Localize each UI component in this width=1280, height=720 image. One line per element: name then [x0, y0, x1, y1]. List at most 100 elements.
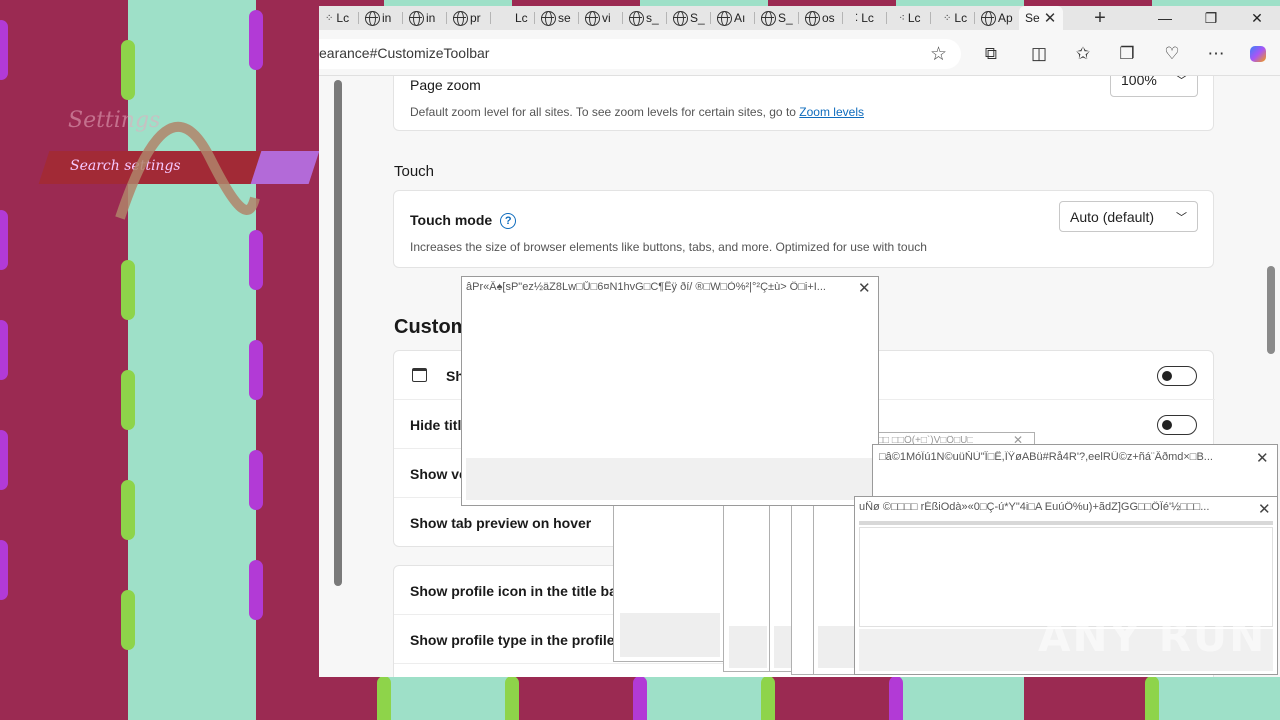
globe-icon	[409, 10, 424, 26]
chevron-down-icon: ﹀	[1176, 211, 1187, 224]
bg-bulge	[249, 450, 263, 510]
window-controls: — ❐ ✕	[1142, 6, 1280, 30]
bg-bulge	[121, 260, 135, 320]
browser-tab[interactable]: Ap	[975, 6, 1019, 30]
loading-icon: ⁖	[899, 12, 905, 24]
browser-tab[interactable]: S_	[755, 6, 799, 30]
bg-bulge	[0, 320, 8, 380]
favorites-icon[interactable]: ✩	[1070, 41, 1096, 67]
touch-mode-dropdown[interactable]: Auto (default) ﹀	[1059, 201, 1198, 232]
minimize-button[interactable]: —	[1142, 6, 1188, 30]
browser-tab[interactable]: s_	[623, 6, 667, 30]
tab-label: S_	[690, 11, 705, 25]
favorite-star-icon[interactable]: ☆	[930, 43, 947, 66]
bg-bulge	[377, 676, 391, 720]
dialog-fragment-footer	[818, 626, 856, 668]
bg-bulge	[1145, 676, 1159, 720]
window-icon	[412, 368, 427, 382]
tab-label: Aı	[734, 11, 746, 25]
tab-label: Se	[1025, 11, 1040, 25]
browser-tab[interactable]: ⁚ Lc	[843, 6, 887, 30]
zoom-levels-link[interactable]: Zoom levels	[799, 105, 864, 119]
tab-strip: ⁘ Lc in in pr Lc se vi s_ S_ Aı S_ os ⁚ Lc…	[319, 6, 1280, 30]
glitch-dialog: âPr«Â♠[sP"ez½äZ8Lw□Ů□6¤N1hvG□C¶Êÿ ðí/ ®□…	[461, 276, 879, 506]
setting-toggle[interactable]	[1157, 366, 1197, 386]
setting-toggle[interactable]	[1157, 415, 1197, 435]
globe-icon	[585, 10, 600, 26]
help-icon[interactable]: ?	[500, 213, 517, 230]
globe-icon	[629, 10, 644, 26]
watermark-text: ANY RUN	[1038, 612, 1267, 661]
browser-tab[interactable]: ⁘ Lc	[931, 6, 975, 30]
globe-icon	[673, 10, 688, 26]
close-icon[interactable]: ✕	[858, 279, 871, 297]
tab-label: Ap	[998, 11, 1013, 25]
page-zoom-label: Page zoom	[410, 77, 481, 93]
bg-bulge	[121, 590, 135, 650]
tab-label: os	[822, 11, 835, 25]
extensions-icon[interactable]: ⧉	[978, 41, 1004, 67]
browser-tab[interactable]: ⁘ Lc	[319, 6, 359, 30]
browser-tab[interactable]: se	[535, 6, 579, 30]
browser-tab[interactable]: Lc	[491, 6, 535, 30]
bg-bulge	[249, 10, 263, 70]
globe-icon	[717, 10, 732, 26]
touch-mode-card: Touch mode? Increases the size of browse…	[393, 190, 1214, 268]
browser-tab[interactable]: Aı	[711, 6, 755, 30]
dialog-title: âPr«Â♠[sP"ez½äZ8Lw□Ů□6¤N1hvG□C¶Êÿ ðí/ ®□…	[466, 281, 826, 293]
page-zoom-desc-text: Default zoom level for all sites. To see…	[410, 105, 796, 119]
touch-mode-label-text: Touch mode	[410, 212, 493, 228]
bg-bulge	[505, 676, 519, 720]
browser-tab[interactable]: vi	[579, 6, 623, 30]
browser-tab[interactable]: os	[799, 6, 843, 30]
browser-tab[interactable]: S_	[667, 6, 711, 30]
bg-bulge	[0, 430, 8, 490]
copilot-icon[interactable]	[1245, 41, 1271, 67]
page-zoom-description: Default zoom level for all sites. To see…	[410, 105, 864, 119]
bg-bulge	[249, 560, 263, 620]
tab-label: in	[382, 11, 392, 25]
globe-icon	[541, 10, 556, 26]
close-icon[interactable]: ✕	[1256, 449, 1269, 467]
tab-label: Lc	[954, 11, 968, 25]
bg-bulge	[633, 676, 647, 720]
restore-button[interactable]: ❐	[1188, 6, 1234, 30]
setting-row-label: Show tab preview on hover	[410, 515, 592, 531]
tab-label: Lc	[336, 11, 350, 25]
new-tab-button[interactable]: +	[1085, 7, 1115, 30]
browser-essentials-icon[interactable]: ♡	[1159, 41, 1185, 67]
bg-bulge	[121, 40, 135, 100]
tab-label: pr	[470, 11, 481, 25]
dialog-fragment-footer	[620, 613, 720, 657]
globe-icon	[805, 10, 820, 26]
touch-mode-description: Increases the size of browser elements l…	[410, 240, 927, 254]
bg-stripe	[256, 0, 320, 720]
browser-tab[interactable]: in	[403, 6, 447, 30]
sidebar-scrollbar[interactable]	[334, 80, 342, 586]
bg-bulge	[121, 370, 135, 430]
globe-icon	[761, 10, 776, 26]
dialog-title: uÑø ©□□□□ rÉßiOdà»«0□Ç-ú*Y"4i□A EuúÔ%u)+…	[859, 501, 1210, 513]
anyrun-watermark: ANY RUN	[1038, 612, 1266, 661]
glitch-dialog: □â©1MóÏú1N©uüŇÙ"Î□Ê,ÏŸøAΒü#Rå4R'?,eelRÜ©…	[872, 444, 1278, 498]
browser-tab[interactable]: ⁖ Lc	[887, 6, 931, 30]
dialog-fragment-footer	[729, 626, 767, 668]
address-bar[interactable]: earance#CustomizeToolbar ☆	[319, 39, 961, 69]
page-zoom-dropdown[interactable]: 100% ﹀	[1110, 76, 1198, 97]
tab-label: se	[558, 11, 571, 25]
browser-tab[interactable]: pr	[447, 6, 491, 30]
dialog-footer	[466, 458, 874, 500]
close-window-button[interactable]: ✕	[1234, 6, 1280, 30]
page-scrollbar[interactable]	[1267, 266, 1275, 354]
tab-close-icon[interactable]: ✕	[1044, 9, 1057, 27]
tab-label: Lc	[907, 11, 921, 25]
more-options-icon[interactable]: ⋯	[1203, 41, 1229, 67]
tab-label: s_	[646, 11, 659, 25]
browser-tab[interactable]: in	[359, 6, 403, 30]
browser-tab-active[interactable]: Se ✕	[1019, 6, 1063, 30]
collections-icon[interactable]: ❐	[1114, 41, 1140, 67]
close-icon[interactable]: ✕	[1258, 500, 1271, 518]
split-screen-icon[interactable]: ◫	[1026, 41, 1052, 67]
dialog-fragment	[813, 505, 858, 675]
setting-row-label: Hide titl	[410, 417, 462, 433]
